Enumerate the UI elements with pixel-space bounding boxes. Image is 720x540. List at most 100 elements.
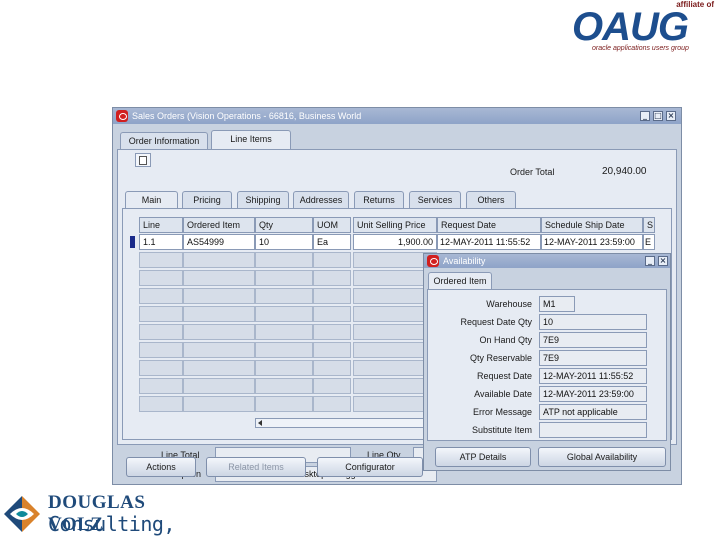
cell-s[interactable]: E (643, 234, 655, 250)
availability-field-value: 7E9 (539, 332, 647, 348)
column-header-request-date: Request Date (437, 217, 541, 233)
global-availability-button[interactable]: Global Availability (538, 447, 666, 467)
table-cell[interactable] (139, 396, 183, 412)
close-icon[interactable]: × (666, 111, 676, 121)
table-cell[interactable] (313, 360, 351, 376)
oracle-window-icon (116, 110, 128, 122)
availability-field-value: 12-MAY-2011 23:59:00 (539, 386, 647, 402)
subtab-returns[interactable]: Returns (354, 191, 404, 209)
cell-ordered-item[interactable]: AS54999 (183, 234, 255, 250)
availability-titlebar: Availability _ × (424, 254, 670, 268)
tab-order-information[interactable]: Order Information (120, 132, 208, 150)
availability-field-label: Request Date Qty (460, 317, 532, 327)
cell-schedule-ship-date[interactable]: 12-MAY-2011 23:59:00 (541, 234, 643, 250)
table-cell[interactable] (139, 288, 183, 304)
douglas-volz-subtitle: Consulting, Inc. (48, 512, 175, 540)
table-cell[interactable] (255, 288, 313, 304)
table-cell[interactable] (255, 252, 313, 268)
subtab-others[interactable]: Others (466, 191, 516, 209)
availability-field-label: Request Date (476, 371, 532, 381)
slide-canvas: affiliate of OAUG oracle applications us… (0, 0, 720, 540)
table-cell[interactable] (183, 306, 255, 322)
table-cell[interactable] (255, 360, 313, 376)
close-icon[interactable]: × (658, 256, 668, 266)
table-cell[interactable] (313, 396, 351, 412)
oaug-tagline: oracle applications users group (592, 45, 689, 52)
availability-field-label: On Hand Qty (479, 335, 532, 345)
column-header-uom: UOM (313, 217, 351, 233)
table-cell[interactable] (183, 360, 255, 376)
table-cell[interactable] (313, 306, 351, 322)
column-header-unit-selling-price: Unit Selling Price (353, 217, 437, 233)
tab-line-items[interactable]: Line Items (211, 130, 291, 150)
cell-uom[interactable]: Ea (313, 234, 351, 250)
availability-field-value: M1 (539, 296, 575, 312)
tab-ordered-item[interactable]: Ordered Item (428, 272, 492, 290)
table-cell[interactable] (183, 270, 255, 286)
row-selected-indicator (130, 236, 135, 248)
table-cell[interactable] (139, 270, 183, 286)
column-header-schedule-ship-date: Schedule Ship Date (541, 217, 643, 233)
availability-field-label: Available Date (474, 389, 532, 399)
horizontal-scrollbar[interactable] (255, 418, 425, 428)
cell-request-date[interactable]: 12-MAY-2011 11:55:52 (437, 234, 541, 250)
availability-field-value (539, 422, 647, 438)
window-title: Sales Orders (Vision Operations - 66816,… (132, 111, 362, 121)
cell-unit-selling-price[interactable]: 1,900.00 (353, 234, 437, 250)
availability-field-label: Error Message (472, 407, 532, 417)
subtab-main[interactable]: Main (125, 191, 178, 209)
order-total-value: 20,940.00 (602, 166, 647, 177)
subtab-shipping[interactable]: Shipping (237, 191, 289, 209)
oaug-logo: affiliate of OAUG oracle applications us… (566, 0, 718, 58)
table-cell[interactable] (139, 252, 183, 268)
maximize-icon[interactable]: □ (653, 111, 663, 121)
table-cell[interactable] (139, 324, 183, 340)
cell-line[interactable]: 1.1 (139, 234, 183, 250)
subtab-services[interactable]: Services (409, 191, 461, 209)
table-cell[interactable] (139, 342, 183, 358)
table-cell[interactable] (139, 306, 183, 322)
table-cell[interactable] (255, 306, 313, 322)
availability-field-value: 7E9 (539, 350, 647, 366)
attachment-icon[interactable] (135, 153, 151, 167)
table-cell[interactable] (183, 252, 255, 268)
table-cell[interactable] (183, 342, 255, 358)
table-cell[interactable] (183, 324, 255, 340)
table-cell[interactable] (183, 396, 255, 412)
order-total-label: Order Total (510, 167, 555, 177)
table-cell[interactable] (255, 342, 313, 358)
actions-button[interactable]: Actions (126, 457, 196, 477)
table-cell[interactable] (255, 396, 313, 412)
table-cell[interactable] (313, 252, 351, 268)
minimize-icon[interactable]: _ (645, 256, 655, 266)
subtab-pricing[interactable]: Pricing (182, 191, 232, 209)
configurator-button[interactable]: Configurator (317, 457, 423, 477)
column-header-ordered-item: Ordered Item (183, 217, 255, 233)
atp-details-button[interactable]: ATP Details (435, 447, 531, 467)
scroll-left-icon[interactable] (258, 420, 262, 426)
cell-qty[interactable]: 10 (255, 234, 313, 250)
availability-field-value: 12-MAY-2011 11:55:52 (539, 368, 647, 384)
related-items-button[interactable]: Related Items (206, 457, 306, 477)
table-cell[interactable] (313, 288, 351, 304)
availability-field-value: ATP not applicable (539, 404, 647, 420)
table-cell[interactable] (183, 378, 255, 394)
table-cell[interactable] (183, 288, 255, 304)
table-cell[interactable] (255, 324, 313, 340)
subtab-addresses[interactable]: Addresses (293, 191, 349, 209)
table-cell[interactable] (255, 378, 313, 394)
table-cell[interactable] (313, 324, 351, 340)
availability-field-value: 10 (539, 314, 647, 330)
table-cell[interactable] (139, 360, 183, 376)
availability-field-label: Warehouse (486, 299, 532, 309)
minimize-icon[interactable]: _ (640, 111, 650, 121)
table-cell[interactable] (313, 342, 351, 358)
table-cell[interactable] (255, 270, 313, 286)
douglas-volz-mark-icon (4, 496, 40, 532)
table-cell[interactable] (313, 270, 351, 286)
table-cell[interactable] (139, 378, 183, 394)
availability-title: Availability (443, 256, 486, 266)
column-header-qty: Qty (255, 217, 313, 233)
table-cell[interactable] (313, 378, 351, 394)
ordered-item-panel: Warehouse M1 Request Date Qty 10 On Hand Qty… (427, 289, 667, 441)
